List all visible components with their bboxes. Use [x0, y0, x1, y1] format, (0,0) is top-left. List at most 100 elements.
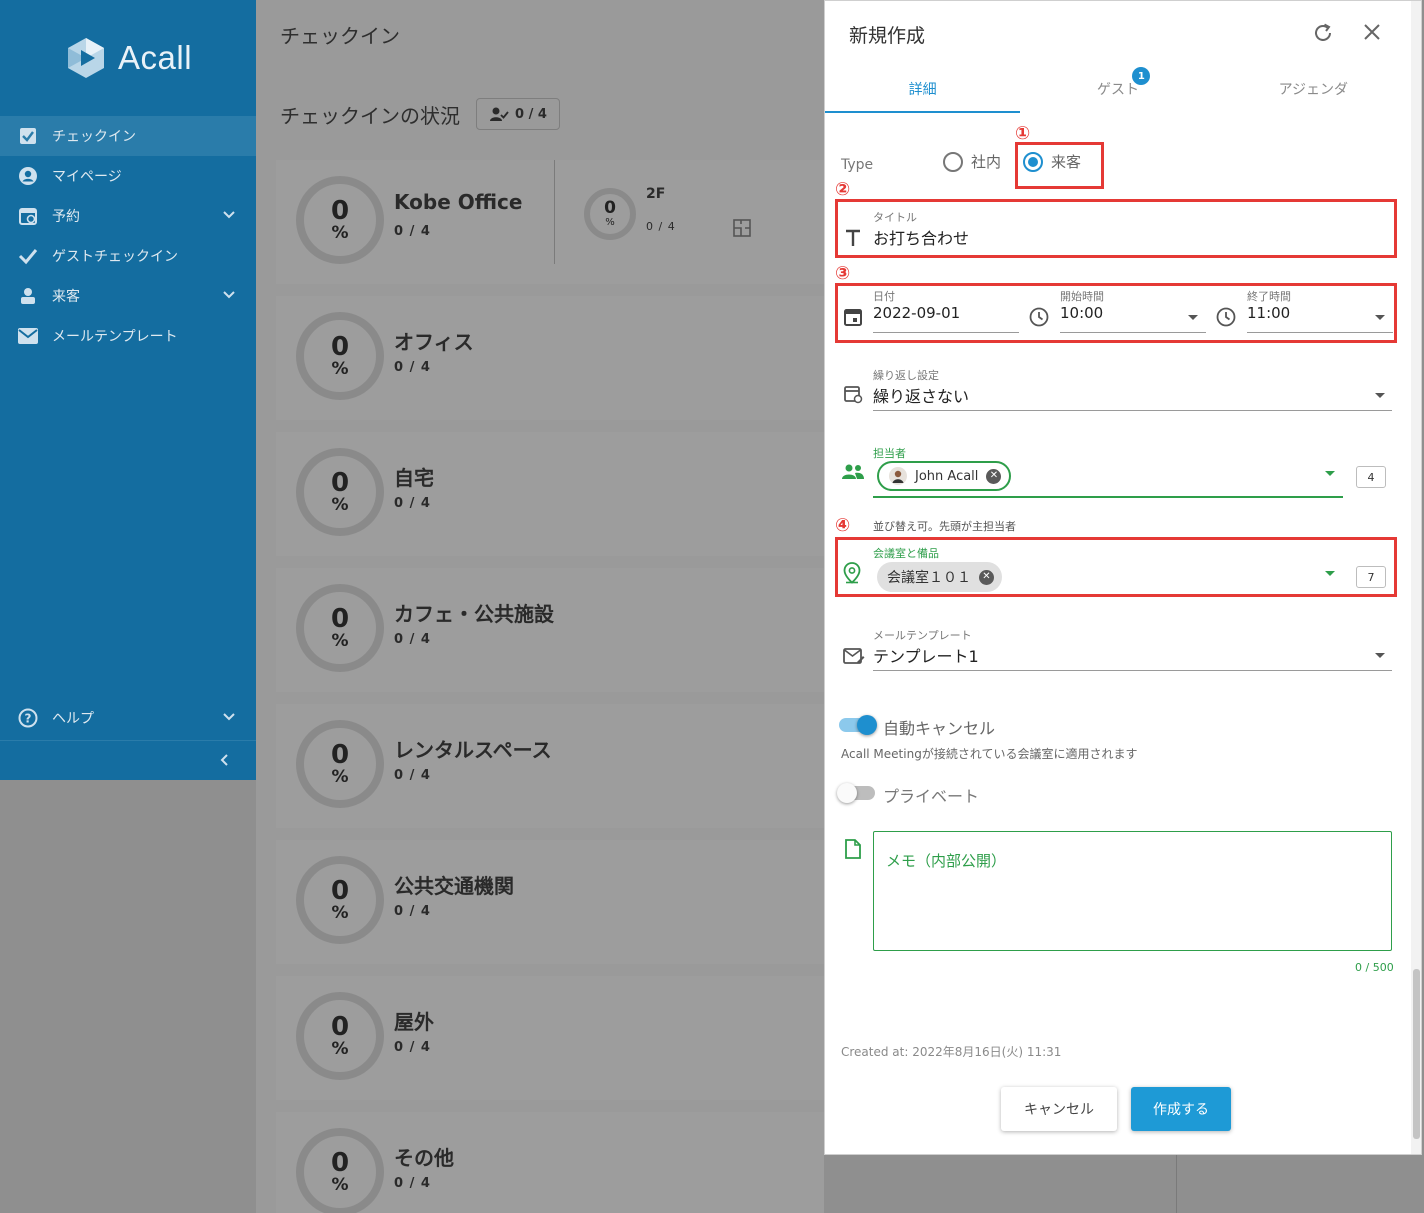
private-toggle[interactable] [837, 783, 875, 803]
background-panel [1176, 1155, 1424, 1213]
cancel-button[interactable]: キャンセル [1001, 1087, 1117, 1131]
chip-remove-icon[interactable]: ✕ [986, 468, 1002, 484]
field-underline [873, 496, 1343, 498]
calendar-icon [844, 309, 862, 326]
location-card[interactable]: 0 % カフェ・公共施設 0 / 4 [276, 568, 824, 692]
location-name: カフェ・公共施設 [394, 602, 554, 626]
dropdown-caret-icon[interactable] [1375, 315, 1385, 320]
radio-label: 来客 [1051, 153, 1082, 171]
dropdown-caret-icon[interactable] [1188, 315, 1198, 320]
page-title: チェックイン [280, 24, 400, 48]
visitor-icon [18, 286, 38, 306]
rate-value: 0 [330, 604, 350, 634]
field-label: 繰り返し設定 [873, 369, 939, 382]
host-chip-label: John Acall [915, 468, 979, 484]
status-badge[interactable]: 0 / 4 [476, 98, 560, 130]
status-title: チェックインの状況 [280, 103, 460, 128]
mail-template-field[interactable]: メールテンプレート テンプレート1 [873, 627, 979, 667]
guest-count-badge: 1 [1132, 67, 1151, 85]
radio-circle[interactable] [1023, 151, 1043, 172]
rate-value: 0 [330, 876, 350, 906]
location-count: 0 / 4 [394, 496, 431, 511]
repeat-select[interactable]: 繰り返さない [873, 383, 969, 407]
field-underline [873, 332, 1019, 333]
chevron-down-icon[interactable] [222, 288, 236, 302]
dropdown-caret-icon[interactable] [1375, 653, 1385, 658]
sidebar-item-mail-template[interactable]: メールテンプレート [0, 316, 256, 356]
rate-value: 0 [330, 196, 350, 226]
location-card[interactable]: 0 % 自宅 0 / 4 [276, 432, 824, 556]
floor-count: 0 / 4 [646, 220, 676, 233]
end-time-field[interactable]: 終了時間 11:00 [1247, 288, 1291, 322]
chevron-left-icon[interactable] [218, 753, 232, 767]
sidebar-item-checkin[interactable]: チェックイン [0, 116, 256, 156]
sidebar-item-reservation[interactable]: 予約 [0, 196, 256, 236]
chevron-down-icon[interactable] [222, 710, 236, 724]
dropdown-caret-icon[interactable] [1325, 471, 1335, 476]
checkin-rate-ring: 0 % [296, 992, 384, 1080]
room-field-label-wrap: 会議室と備品 [873, 545, 939, 561]
repeat-field[interactable]: 繰り返し設定 繰り返さない [873, 367, 969, 407]
host-chip[interactable]: John Acall ✕ [877, 461, 1012, 491]
field-underline [1247, 332, 1393, 333]
start-time-select[interactable]: 10:00 [1060, 304, 1104, 322]
clock-icon [1216, 307, 1236, 327]
start-time-field[interactable]: 開始時間 10:00 [1060, 288, 1104, 322]
location-card[interactable]: 0 % 屋外 0 / 4 [276, 976, 824, 1100]
sidebar-item-mypage[interactable]: マイページ [0, 156, 256, 196]
annotation-marker: ③ [835, 263, 851, 284]
location-count: 0 / 4 [394, 224, 431, 239]
scrollbar-thumb[interactable] [1413, 969, 1420, 1139]
memo-textarea[interactable]: メモ（内部公開） [873, 831, 1392, 951]
sidebar-item-label: メールテンプレート [52, 329, 178, 345]
rate-unit: % [331, 1039, 349, 1059]
location-card[interactable]: 0 % オフィス 0 / 4 [276, 296, 824, 420]
end-time-select[interactable]: 11:00 [1247, 304, 1291, 322]
chip-remove-icon[interactable]: ✕ [979, 569, 994, 585]
location-card[interactable]: 0 % 公共交通機関 0 / 4 [276, 840, 824, 964]
location-card[interactable]: 0 % Kobe Office 0 / 4 0 % 2F 0 / 4 [276, 160, 824, 284]
sidebar-nav: チェックイン マイページ 予約 ゲストチェックイン 来客 メールテンプレート [0, 116, 256, 356]
sidebar-item-help[interactable]: ? ヘルプ [0, 698, 256, 738]
rate-value: 0 [604, 198, 616, 218]
title-field[interactable]: タイトル お打ち合わせ [873, 209, 969, 249]
sidebar-collapse-bar[interactable] [0, 740, 256, 780]
sidebar: Acall チェックイン マイページ 予約 ゲストチェックイン 来客 メールテン… [0, 0, 256, 780]
date-field[interactable]: 日付 2022-09-01 [873, 288, 960, 322]
floor-map-icon[interactable] [732, 218, 752, 238]
tab-details[interactable]: 詳細 [825, 65, 1021, 113]
dropdown-caret-icon[interactable] [1325, 571, 1335, 576]
sidebar-item-guest-checkin[interactable]: ゲストチェックイン [0, 236, 256, 276]
location-card[interactable]: 0 % レンタルスペース 0 / 4 [276, 704, 824, 828]
host-field-label-wrap: 担当者 [873, 445, 906, 461]
private-label: プライベート [883, 787, 980, 806]
acall-logo-icon [68, 38, 104, 78]
location-count: 0 / 4 [394, 1040, 431, 1055]
dropdown-caret-icon[interactable] [1375, 393, 1385, 398]
tab-guests[interactable]: ゲスト 1 [1020, 65, 1215, 113]
auto-cancel-toggle[interactable] [839, 715, 877, 735]
field-label: 終了時間 [1247, 290, 1291, 303]
radio-circle[interactable] [943, 151, 963, 172]
location-card[interactable]: 0 % その他 0 / 4 [276, 1112, 824, 1213]
chevron-down-icon[interactable] [222, 208, 236, 222]
type-label: Type [841, 157, 874, 173]
date-input[interactable]: 2022-09-01 [873, 304, 960, 322]
dialog-title: 新規作成 [849, 25, 926, 47]
sidebar-item-visitor[interactable]: 来客 [0, 276, 256, 316]
type-radio-internal[interactable]: 社内 [943, 151, 1001, 172]
auto-cancel-label: 自動キャンセル [883, 719, 996, 738]
title-input[interactable]: お打ち合わせ [873, 225, 969, 249]
tab-agenda[interactable]: アジェンダ [1216, 65, 1411, 113]
rate-unit: % [331, 223, 349, 243]
brand-logo[interactable]: Acall [64, 36, 192, 80]
room-chip[interactable]: 会議室１０１ ✕ [877, 562, 1002, 592]
create-button[interactable]: 作成する [1131, 1087, 1231, 1131]
checkin-rate-ring: 0 % [296, 584, 384, 672]
field-underline [873, 670, 1392, 671]
close-icon[interactable] [1361, 21, 1383, 43]
floor-name: 2F [646, 186, 666, 202]
refresh-icon[interactable] [1311, 21, 1335, 45]
type-radio-visitor[interactable]: 来客 [1023, 151, 1081, 172]
mail-template-select[interactable]: テンプレート1 [873, 643, 979, 667]
